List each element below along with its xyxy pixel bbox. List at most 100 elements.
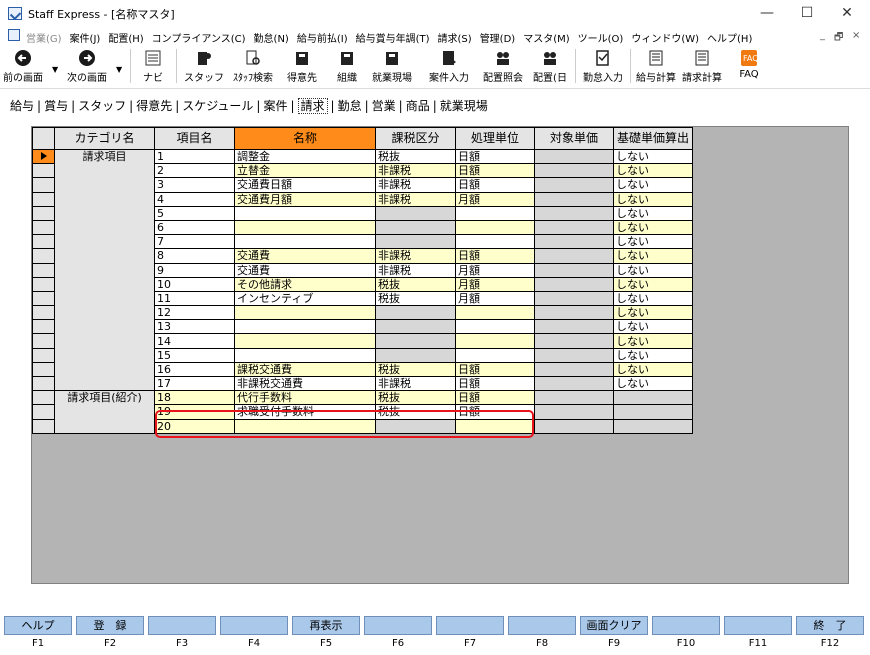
row-header[interactable] (32, 375, 55, 392)
tab-item[interactable]: スタッフ (78, 99, 126, 113)
unit-cell[interactable] (455, 347, 535, 363)
base-price-cell[interactable]: しない (613, 177, 693, 193)
column-header-category[interactable]: カテゴリ名 (54, 127, 155, 150)
fkey-button-f11[interactable] (724, 616, 792, 635)
unit-cell[interactable]: 日額 (455, 148, 535, 165)
item-no-cell[interactable]: 7 (154, 234, 235, 250)
target-price-cell[interactable] (534, 191, 614, 207)
target-price-cell[interactable] (534, 219, 614, 236)
item-no-cell[interactable]: 13 (154, 319, 235, 335)
target-price-cell[interactable] (534, 276, 614, 292)
name-cell[interactable]: 立替金 (234, 163, 376, 179)
base-price-cell[interactable]: しない (613, 375, 693, 392)
base-price-cell[interactable]: しない (613, 361, 693, 378)
next-screen-button[interactable]: 次の画面 (62, 47, 112, 87)
menu-item[interactable]: 配置(H) (108, 30, 143, 45)
fkey-button-f6[interactable] (364, 616, 432, 635)
tax-cell[interactable] (375, 319, 456, 335)
row-header[interactable] (32, 418, 55, 434)
row-header[interactable] (32, 390, 55, 406)
tab-item[interactable]: 商品 (406, 99, 430, 113)
fkey-button-f8[interactable] (508, 616, 576, 635)
name-cell[interactable]: 調整金 (234, 148, 376, 165)
item-no-cell[interactable]: 8 (154, 248, 235, 264)
target-price-cell[interactable] (534, 333, 614, 349)
target-price-cell[interactable] (534, 177, 614, 193)
name-cell[interactable]: その他請求 (234, 276, 376, 292)
base-price-cell[interactable]: しない (613, 148, 693, 165)
tax-cell[interactable]: 非課税 (375, 262, 456, 278)
target-price-cell[interactable] (534, 205, 614, 221)
target-price-cell[interactable] (534, 418, 614, 434)
base-price-cell[interactable]: しない (613, 205, 693, 221)
column-header-name[interactable]: 名称 (234, 127, 376, 150)
menu-item[interactable]: 給与前払(I) (297, 30, 348, 45)
unit-cell[interactable]: 月額 (455, 276, 535, 292)
tax-cell[interactable]: 非課税 (375, 163, 456, 179)
bill-calc-button[interactable]: 請求計算 (680, 47, 724, 87)
item-no-cell[interactable]: 4 (154, 191, 235, 207)
base-price-cell[interactable]: しない (613, 234, 693, 250)
tax-cell[interactable]: 税抜 (375, 390, 456, 406)
unit-cell[interactable]: 日額 (455, 248, 535, 264)
tax-cell[interactable]: 税抜 (375, 361, 456, 378)
tax-cell[interactable]: 非課税 (375, 375, 456, 392)
tab-item[interactable]: 営業 (372, 99, 396, 113)
name-cell[interactable]: 交通費日額 (234, 177, 376, 193)
faq-button[interactable]: FAQ FAQ (732, 47, 766, 87)
tax-cell[interactable] (375, 333, 456, 349)
target-price-cell[interactable] (534, 290, 614, 307)
fkey-button-f10[interactable] (652, 616, 720, 635)
target-price-cell[interactable] (534, 163, 614, 179)
target-price-cell[interactable] (534, 262, 614, 278)
tax-cell[interactable]: 非課税 (375, 191, 456, 207)
name-cell[interactable] (234, 347, 376, 363)
column-header-unit[interactable]: 処理単位 (455, 127, 535, 150)
tax-cell[interactable] (375, 305, 456, 321)
fkey-button-f2[interactable]: 登 録 (76, 616, 144, 635)
menu-item[interactable]: 案件(J) (70, 30, 101, 45)
row-header[interactable] (32, 205, 55, 221)
target-price-cell[interactable] (534, 404, 614, 420)
attendance-input-button[interactable]: 勤怠入力 (580, 47, 626, 87)
row-header[interactable] (32, 276, 55, 292)
tab-item[interactable]: 案件 (263, 99, 287, 113)
item-no-cell[interactable]: 2 (154, 163, 235, 179)
tax-cell[interactable] (375, 205, 456, 221)
name-cell[interactable] (234, 305, 376, 321)
tab-item[interactable]: 給与 (10, 99, 34, 113)
tab-item[interactable]: 勤怠 (338, 99, 362, 113)
workplace-button[interactable]: 就業現場 (370, 47, 414, 87)
item-no-cell[interactable]: 18 (154, 390, 235, 406)
tab-item[interactable]: 請求 (297, 98, 328, 114)
next-dropdown-icon[interactable]: ▼ (116, 65, 122, 74)
unit-cell[interactable] (455, 319, 535, 335)
unit-cell[interactable]: 日額 (455, 390, 535, 406)
base-price-cell[interactable]: しない (613, 319, 693, 335)
row-header[interactable] (32, 177, 55, 193)
tax-cell[interactable]: 非課税 (375, 248, 456, 264)
pay-calc-button[interactable]: 給与計算 (634, 47, 678, 87)
column-header-base-price[interactable]: 基礎単価算出 (613, 127, 693, 150)
base-price-cell[interactable]: しない (613, 191, 693, 207)
tax-cell[interactable]: 非課税 (375, 177, 456, 193)
fkey-button-f1[interactable]: ヘルプ (4, 616, 72, 635)
menu-item[interactable]: 給与賞与年調(T) (356, 30, 430, 45)
name-cell[interactable]: 非課税交通費 (234, 375, 376, 392)
staff-button[interactable]: スタッフ (184, 47, 224, 87)
row-header[interactable] (32, 262, 55, 278)
base-price-cell[interactable] (613, 418, 693, 434)
name-cell[interactable]: 交通費月額 (234, 191, 376, 207)
column-header-tax[interactable]: 課税区分 (375, 127, 456, 150)
base-price-cell[interactable]: しない (613, 163, 693, 179)
name-cell[interactable]: インセンティブ (234, 290, 376, 307)
item-no-cell[interactable]: 3 (154, 177, 235, 193)
assign-ref-button[interactable]: 配置照会 (478, 47, 528, 87)
unit-cell[interactable] (455, 219, 535, 236)
unit-cell[interactable] (455, 305, 535, 321)
target-price-cell[interactable] (534, 361, 614, 378)
target-price-cell[interactable] (534, 390, 614, 406)
tax-cell[interactable] (375, 234, 456, 250)
menu-item[interactable]: ウィンドウ(W) (631, 30, 699, 45)
mdi-minimize-button[interactable]: _ (820, 30, 825, 41)
